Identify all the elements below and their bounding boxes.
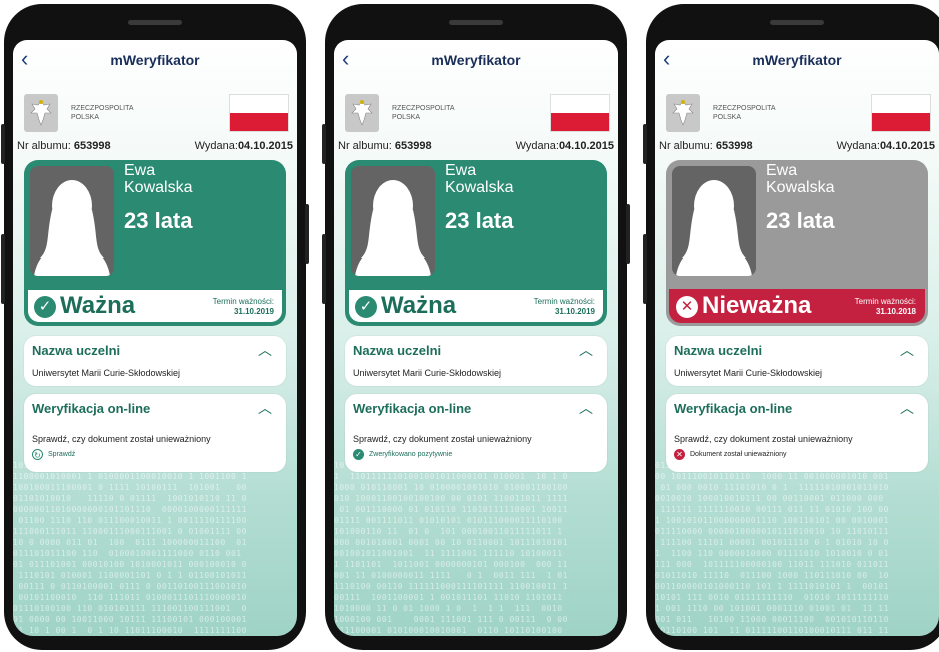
binary-background: 01111001101010 000 0000 000 01101101 101…	[655, 460, 939, 636]
speaker-grille	[128, 20, 182, 25]
status-icon: ✓	[355, 296, 377, 318]
screen-3: 01111001101010 000 0000 000 01101101 101…	[655, 40, 939, 636]
expiry-date: Termin ważności: 31.10.2019	[213, 297, 274, 317]
university-name: Uniwersytet Marii Curie-Skłodowskiej	[674, 368, 822, 378]
app-title: mWeryfikator	[13, 52, 297, 68]
screen-1: 101 000011 011011 10110 1 11100001011000…	[13, 40, 297, 636]
country-name: RZECZPOSPOLITA POLSKA	[392, 104, 455, 122]
speaker-grille	[770, 20, 824, 25]
verify-status-icon: ✓	[353, 449, 364, 460]
university-name: Uniwersytet Marii Curie-Skłodowskiej	[32, 368, 180, 378]
album-number: Nr albumu: 653998	[659, 140, 753, 152]
status-label: Nieważna	[702, 292, 811, 320]
country-name: RZECZPOSPOLITA POLSKA	[71, 104, 134, 122]
holder-photo	[30, 166, 114, 276]
university-header: Nazwa uczelni	[353, 343, 441, 358]
binary-background: 101 000011 011011 10110 1 11100001011000…	[13, 460, 297, 636]
verification-description: Sprawdź, czy dokument został unieważnion…	[674, 434, 853, 444]
holder-name: Ewa Kowalska	[766, 162, 834, 196]
binary-background: 10 11 000001 0 10110110001000010 1101 01…	[334, 460, 618, 636]
verify-action[interactable]: ✓ Zweryfikowano pozytywnie	[353, 449, 452, 460]
verify-action[interactable]: ✕ Dokument został unieważniony	[674, 449, 787, 460]
app-bar: ‹ mWeryfikator	[13, 40, 297, 80]
document-meta: Nr albumu: 653998 Wydana:04.10.2015	[338, 140, 614, 152]
id-card: Ewa Kowalska 23 lata ✓ Ważna Termin ważno…	[345, 160, 607, 326]
issued-date: Wydana:04.10.2015	[195, 140, 293, 152]
university-panel[interactable]: Nazwa uczelni ︿ Uniwersytet Marii Curie-…	[24, 336, 286, 386]
verify-action[interactable]: ↻ Sprawdź	[32, 449, 75, 460]
university-panel[interactable]: Nazwa uczelni ︿ Uniwersytet Marii Curie-…	[345, 336, 607, 386]
expiry-date: Termin ważności: 31.10.2019	[534, 297, 595, 317]
document-meta: Nr albumu: 653998 Wydana:04.10.2015	[659, 140, 935, 152]
status-label: Ważna	[381, 292, 456, 320]
app-title: mWeryfikator	[334, 52, 618, 68]
verification-header: Weryfikacja on-line	[674, 401, 792, 416]
verification-header: Weryfikacja on-line	[32, 401, 150, 416]
issued-date: Wydana:04.10.2015	[837, 140, 935, 152]
screen-2: 10 11 000001 0 10110110001000010 1101 01…	[334, 40, 618, 636]
verify-action-label: Zweryfikowano pozytywnie	[369, 451, 452, 458]
phone-2: 10 11 000001 0 10110110001000010 1101 01…	[325, 4, 627, 650]
chevron-up-icon[interactable]: ︿	[258, 340, 272, 360]
eagle-emblem-icon	[24, 94, 58, 132]
polish-flag-icon	[229, 94, 289, 132]
verification-panel[interactable]: Weryfikacja on-line ︿ Sprawdź, czy dokum…	[666, 394, 928, 472]
id-card: Ewa Kowalska 23 lata ✕ Nieważna Termin wa…	[666, 160, 928, 326]
eagle-emblem-icon	[345, 94, 379, 132]
stage: 101 000011 011011 10110 1 11100001011000…	[0, 0, 939, 652]
app-bar: ‹ mWeryfikator	[655, 40, 939, 80]
country-name: RZECZPOSPOLITA POLSKA	[713, 104, 776, 122]
validity-status: ✓ Ważna Termin ważności: 31.10.2019	[348, 289, 604, 323]
verify-action-label: Sprawdź	[48, 451, 75, 458]
university-panel[interactable]: Nazwa uczelni ︿ Uniwersytet Marii Curie-…	[666, 336, 928, 386]
verification-description: Sprawdź, czy dokument został unieważnion…	[353, 434, 532, 444]
album-number: Nr albumu: 653998	[338, 140, 432, 152]
university-name: Uniwersytet Marii Curie-Skłodowskiej	[353, 368, 501, 378]
issued-date: Wydana:04.10.2015	[516, 140, 614, 152]
chevron-up-icon[interactable]: ︿	[900, 398, 914, 418]
verify-action-label: Dokument został unieważniony	[690, 451, 787, 458]
id-card: Ewa Kowalska 23 lata ✓ Ważna Termin ważno…	[24, 160, 286, 326]
app-title: mWeryfikator	[655, 52, 939, 68]
status-label: Ważna	[60, 292, 135, 320]
holder-photo	[351, 166, 435, 276]
university-header: Nazwa uczelni	[32, 343, 120, 358]
chevron-up-icon[interactable]: ︿	[900, 340, 914, 360]
album-number: Nr albumu: 653998	[17, 140, 111, 152]
expiry-date: Termin ważności: 31.10.2018	[855, 297, 916, 317]
app-bar: ‹ mWeryfikator	[334, 40, 618, 80]
verification-panel[interactable]: Weryfikacja on-line ︿ Sprawdź, czy dokum…	[24, 394, 286, 472]
holder-name: Ewa Kowalska	[124, 162, 192, 196]
status-icon: ✓	[34, 296, 56, 318]
document-meta: Nr albumu: 653998 Wydana:04.10.2015	[17, 140, 293, 152]
verify-status-icon: ✕	[674, 449, 685, 460]
chevron-up-icon[interactable]: ︿	[579, 340, 593, 360]
phone-3: 01111001101010 000 0000 000 01101101 101…	[646, 4, 939, 650]
holder-age: 23 lata	[766, 208, 835, 234]
chevron-up-icon[interactable]: ︿	[579, 398, 593, 418]
university-header: Nazwa uczelni	[674, 343, 762, 358]
verification-header: Weryfikacja on-line	[353, 401, 471, 416]
holder-photo	[672, 166, 756, 276]
polish-flag-icon	[550, 94, 610, 132]
verify-status-icon: ↻	[32, 449, 43, 460]
polish-flag-icon	[871, 94, 931, 132]
holder-name: Ewa Kowalska	[445, 162, 513, 196]
status-icon: ✕	[676, 296, 698, 318]
eagle-emblem-icon	[666, 94, 700, 132]
verification-description: Sprawdź, czy dokument został unieważnion…	[32, 434, 211, 444]
validity-status: ✕ Nieważna Termin ważności: 31.10.2018	[669, 289, 925, 323]
chevron-up-icon[interactable]: ︿	[258, 398, 272, 418]
speaker-grille	[449, 20, 503, 25]
verification-panel[interactable]: Weryfikacja on-line ︿ Sprawdź, czy dokum…	[345, 394, 607, 472]
holder-age: 23 lata	[445, 208, 514, 234]
validity-status: ✓ Ważna Termin ważności: 31.10.2019	[27, 289, 283, 323]
phone-1: 101 000011 011011 10110 1 11100001011000…	[4, 4, 306, 650]
holder-age: 23 lata	[124, 208, 193, 234]
